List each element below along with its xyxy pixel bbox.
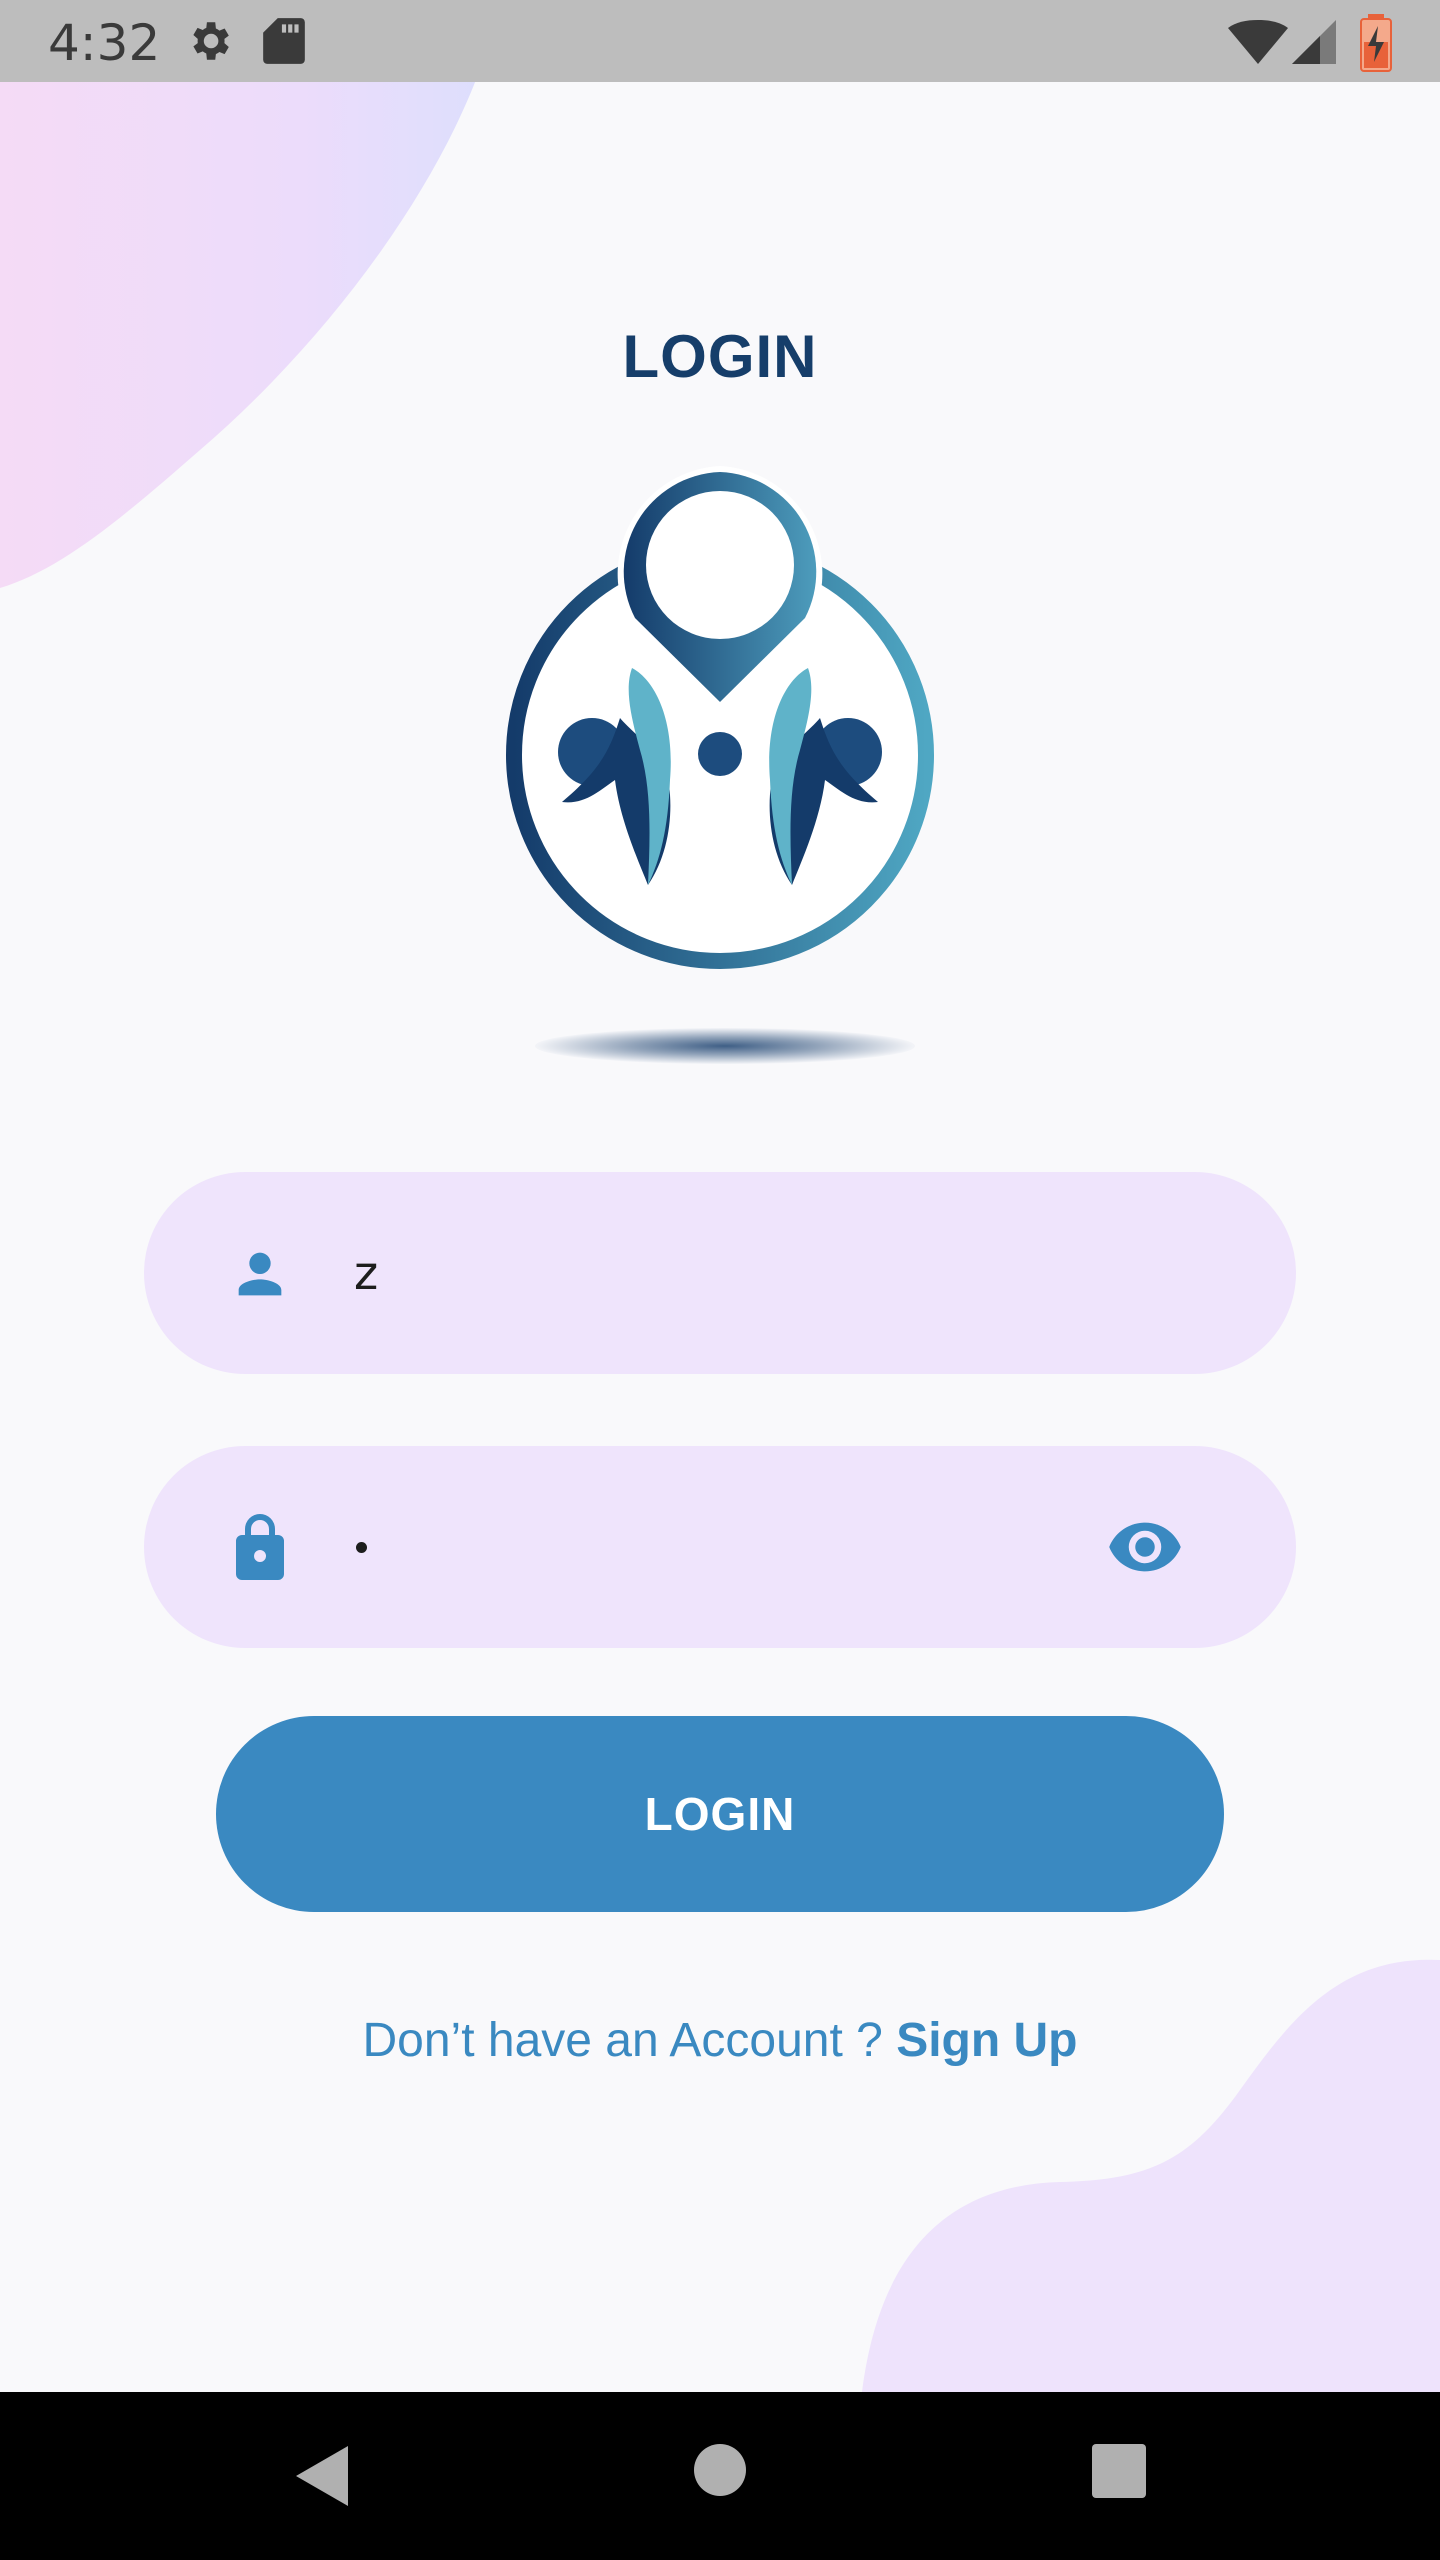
back-icon[interactable] [288, 2442, 352, 2510]
gear-icon [193, 22, 229, 60]
page-title: LOGIN [622, 323, 818, 390]
navigation-bar [0, 2392, 1440, 2560]
sd-card-icon [263, 18, 305, 64]
signup-prompt: Don’t have an Account ? Sign Up [0, 2013, 1440, 2068]
eye-icon[interactable] [1104, 1508, 1186, 1586]
status-time: 4:32 [48, 14, 161, 72]
lock-icon [236, 1514, 284, 1580]
signup-prompt-text: Don’t have an Account ? [362, 2014, 897, 2067]
status-bar: 4:32 [0, 0, 1440, 82]
username-value[interactable]: z [354, 1172, 378, 1374]
app-logo [506, 466, 934, 969]
username-field[interactable]: z [144, 1172, 1296, 1374]
person-icon [238, 1252, 282, 1296]
battery-charging-icon [1360, 14, 1392, 72]
wifi-icon [1228, 20, 1288, 64]
password-field[interactable] [144, 1446, 1296, 1648]
cell-signal-icon [1292, 20, 1336, 64]
login-button[interactable]: LOGIN [216, 1716, 1224, 1912]
home-icon[interactable] [694, 2444, 746, 2496]
signup-link[interactable]: Sign Up [896, 2014, 1077, 2067]
recents-icon[interactable] [1092, 2444, 1146, 2498]
logo-shadow [535, 1028, 915, 1064]
password-masked-value[interactable] [356, 1542, 367, 1553]
